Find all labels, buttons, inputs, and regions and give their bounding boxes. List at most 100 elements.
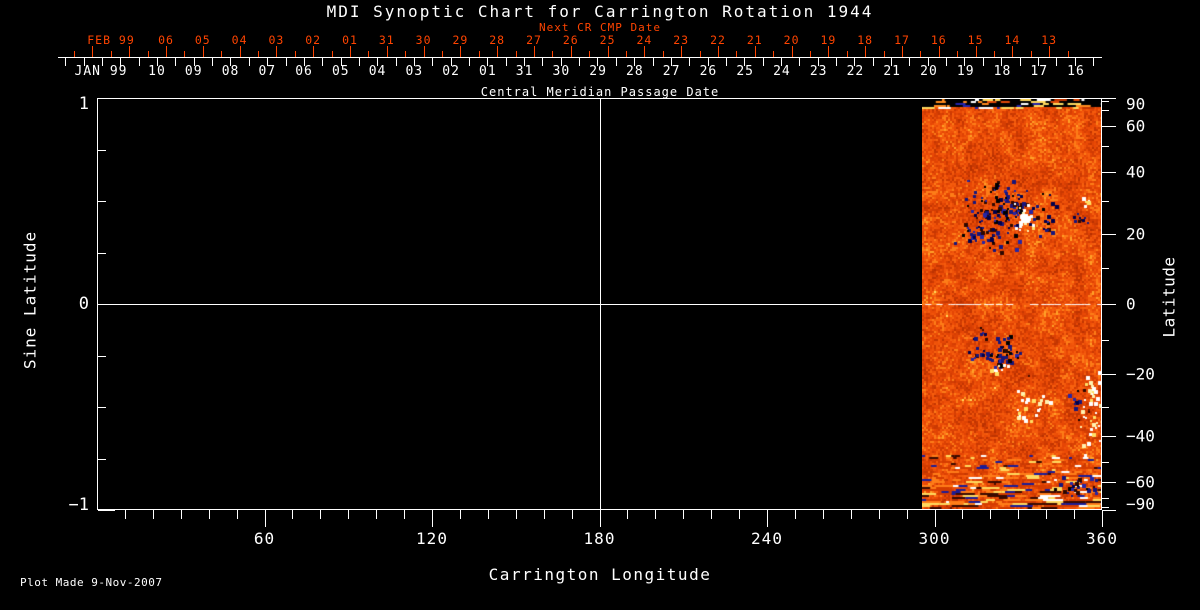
x-axis-tick	[432, 510, 433, 527]
next-cr-tick	[718, 46, 719, 57]
cmp-date-tick	[139, 57, 140, 66]
cmp-date-label: 02	[442, 64, 460, 79]
y-right-tick	[1102, 201, 1109, 202]
x-axis-tick	[767, 510, 768, 527]
y-right-tick-label: −20	[1126, 365, 1155, 384]
cmp-date-tick	[506, 57, 507, 66]
cmp-date-label: 19	[957, 64, 975, 79]
cmp-date-label: 06	[295, 64, 313, 79]
cmp-date-label: 16	[1067, 64, 1085, 79]
cmp-date-label: 30	[553, 64, 571, 79]
next-cr-tick	[828, 46, 829, 57]
cmp-date-tick	[322, 57, 323, 66]
y-right-tick	[1102, 510, 1116, 511]
next-cr-date-label: 31	[379, 33, 395, 47]
cmp-date-label: 07	[258, 64, 276, 79]
next-cr-tick	[865, 46, 866, 57]
next-cr-tick	[92, 46, 93, 57]
x-axis-tick	[739, 510, 740, 519]
y-right-tick	[1102, 482, 1116, 483]
x-axis-tick	[265, 510, 266, 527]
y-right-tick-label: 20	[1126, 224, 1145, 243]
next-cr-tick	[681, 46, 682, 57]
next-cr-date-label: 13	[1041, 33, 1057, 47]
y-right-tick	[1102, 374, 1116, 375]
next-cr-tick	[148, 51, 149, 57]
cmp-date-tick	[763, 57, 764, 66]
x-axis-tick	[209, 510, 210, 519]
next-cr-tick	[663, 51, 664, 57]
y-right-tick-label: 90	[1126, 95, 1145, 114]
next-cr-date-label: 17	[894, 33, 910, 47]
cmp-date-label: 09	[185, 64, 203, 79]
y-right-tick	[1102, 101, 1109, 102]
next-cr-tick	[203, 46, 204, 57]
x-axis-tick	[181, 510, 182, 519]
next-cr-date-label: 21	[747, 33, 763, 47]
y-right-tick	[1102, 172, 1116, 173]
next-cr-tick	[295, 51, 296, 57]
next-cr-date-label: 18	[857, 33, 873, 47]
cmp-date-tick	[653, 57, 654, 66]
next-cr-date-label: 03	[268, 33, 284, 47]
cmp-date-tick	[836, 57, 837, 66]
next-cr-tick	[976, 46, 977, 57]
y-left-tick	[98, 98, 115, 99]
next-cr-tick	[920, 51, 921, 57]
x-axis-tick	[879, 510, 880, 519]
y-right-tick-label: 0	[1126, 295, 1136, 314]
cmp-date-tick	[946, 57, 947, 66]
next-cr-tick	[442, 51, 443, 57]
y-right-tick-label: −90	[1126, 495, 1155, 514]
next-cr-tick	[644, 46, 645, 57]
next-cr-tick	[994, 51, 995, 57]
cmp-date-label: 08	[222, 64, 240, 79]
x-axis-tick	[935, 510, 936, 527]
x-axis-tick	[907, 510, 908, 519]
x-axis-tick	[711, 510, 712, 519]
cmp-date-label: 31	[516, 64, 534, 79]
cmp-date-tick	[396, 57, 397, 66]
x-axis-title: Carrington Longitude	[489, 565, 712, 584]
cmp-date-tick	[359, 57, 360, 66]
next-cr-tick	[221, 51, 222, 57]
cmp-date-tick	[1093, 57, 1094, 66]
cmp-date-label: 28	[626, 64, 644, 79]
cmp-date-tick	[579, 57, 580, 66]
y-left-tick-label: −1	[45, 495, 89, 515]
cmp-date-label: 18	[994, 64, 1012, 79]
next-cr-tick	[405, 51, 406, 57]
x-axis-tick	[851, 510, 852, 519]
next-cr-date-label: 05	[195, 33, 211, 47]
x-axis-tick	[990, 510, 991, 519]
x-axis-tick	[153, 510, 154, 519]
x-axis-tick	[1074, 510, 1075, 519]
cmp-date-label: 05	[332, 64, 350, 79]
cmp-month-label: JAN 99	[75, 64, 128, 79]
y-left-tick	[98, 510, 115, 511]
y-left-tick	[98, 304, 115, 305]
y-right-tick	[1102, 146, 1109, 147]
y-right-tick-label: −40	[1126, 427, 1155, 446]
y-right-tick-label: −60	[1126, 473, 1155, 492]
next-cr-tick	[939, 46, 940, 57]
y-left-tick	[98, 253, 106, 254]
next-cr-date-label: 28	[489, 33, 505, 47]
y-right-tick	[1102, 110, 1109, 111]
next-cr-tick	[810, 51, 811, 57]
next-cr-date-label: 23	[673, 33, 689, 47]
x-axis-tick	[655, 510, 656, 519]
plot-border	[97, 98, 1102, 510]
next-cr-tick	[884, 51, 885, 57]
next-cr-tick	[460, 46, 461, 57]
mdi-synoptic-chart: MDI Synoptic Chart for Carrington Rotati…	[0, 0, 1200, 610]
cmp-date-tick	[65, 57, 66, 66]
x-axis-tick	[237, 510, 238, 519]
y-right-tick	[1102, 462, 1109, 463]
page-title: MDI Synoptic Chart for Carrington Rotati…	[327, 2, 874, 21]
cmp-date-tick	[616, 57, 617, 66]
y-right-tick-label: 40	[1126, 162, 1145, 181]
y-right-tick	[1102, 126, 1116, 127]
next-cr-date-label: 26	[563, 33, 579, 47]
next-cr-tick	[571, 46, 572, 57]
